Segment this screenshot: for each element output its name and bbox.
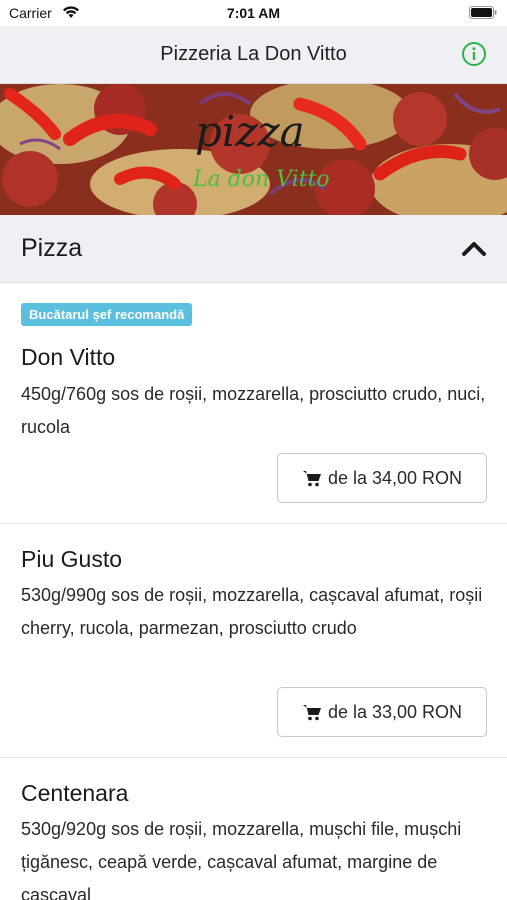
item-description: 530g/990g sos de roșii, mozzarella, cașc… [21, 585, 483, 638]
item-name: Centenara [21, 780, 129, 806]
menu-item: Piu Gusto 530g/990g sos de roșii, mozzar… [0, 524, 507, 758]
banner-image: pizza La don Vitto [0, 84, 507, 215]
category-title: Pizza [21, 234, 83, 262]
item-name: Piu Gusto [21, 546, 122, 572]
chevron-up-icon[interactable] [461, 239, 487, 257]
add-to-cart-button[interactable]: de la 34,00 RON [277, 453, 487, 503]
category-header-pizza[interactable]: Pizza [0, 215, 507, 283]
status-bar: Carrier 7:01 AM [0, 0, 507, 26]
banner-logo-subtext: La don Vitto [192, 167, 330, 192]
chef-recommend-badge: Bucătarul șef recomandă [21, 303, 193, 326]
menu-item: Centenara 530g/920g sos de roșii, mozzar… [0, 758, 507, 900]
info-icon[interactable] [461, 41, 487, 67]
battery-icon [469, 6, 497, 19]
item-name: Don Vitto [21, 344, 116, 370]
cart-icon [302, 471, 321, 487]
item-description: 450g/760g sos de roșii, mozzarella, pros… [21, 384, 486, 437]
navigation-bar: Pizzeria La Don Vitto [0, 26, 507, 84]
item-description: 530g/920g sos de roșii, mozzarella, mușc… [21, 819, 462, 900]
page-title: Pizzeria La Don Vitto [160, 43, 347, 65]
add-to-cart-button[interactable]: de la 33,00 RON [277, 687, 487, 737]
clock: 7:01 AM [226, 5, 281, 21]
banner-logo-text: pizza [195, 107, 305, 156]
price-label: de la 33,00 RON [327, 701, 463, 722]
menu-item: Bucătarul șef recomandă Don Vitto 450g/7… [0, 283, 507, 524]
price-label: de la 34,00 RON [327, 467, 463, 488]
cart-icon [302, 705, 321, 721]
